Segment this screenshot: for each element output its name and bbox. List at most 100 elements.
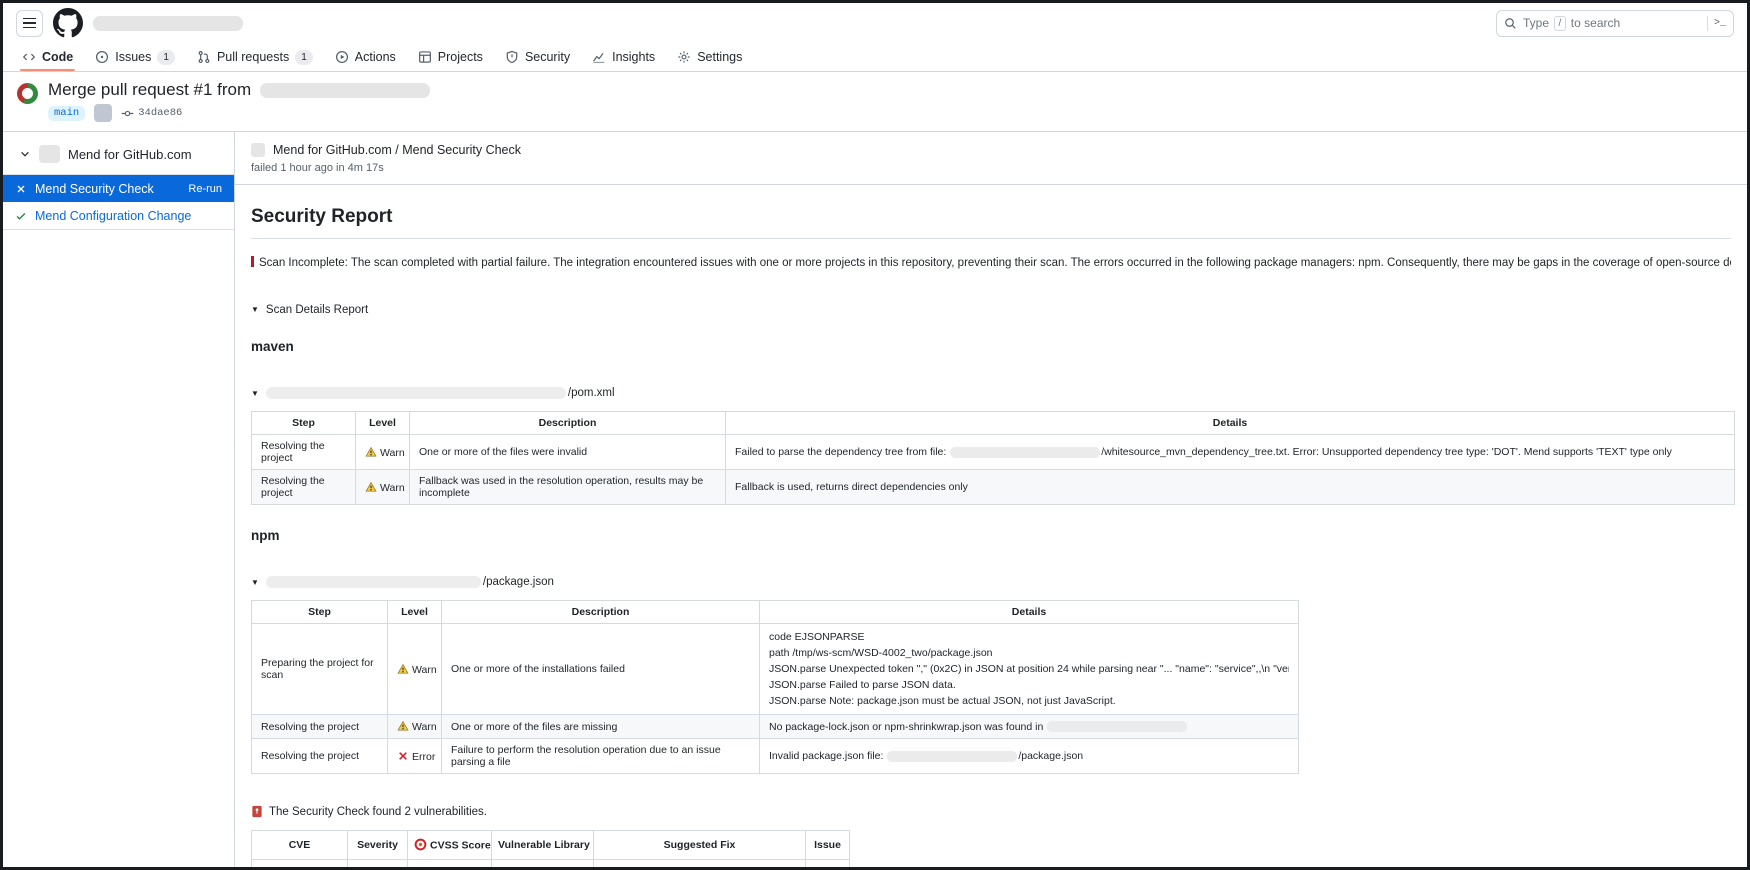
redacted-app-avatar <box>39 145 60 163</box>
table-row: Preparing the project for scan Warn One … <box>252 624 1299 715</box>
column-header: Level <box>356 412 410 435</box>
base-branch-label[interactable]: main <box>48 106 85 121</box>
column-header: Suggested Fix <box>594 831 806 860</box>
npm-scan-table: Step Level Description Details Preparing… <box>251 600 1299 774</box>
rerun-button[interactable]: Re-run <box>188 183 222 195</box>
tab-projects[interactable]: Projects <box>409 43 492 71</box>
pr-title: Merge pull request #1 from <box>48 80 251 100</box>
redacted-branch-name <box>260 83 430 98</box>
tab-settings[interactable]: Settings <box>668 43 751 71</box>
graph-icon <box>592 50 606 64</box>
scan-details-toggle[interactable]: ▼Scan Details Report <box>251 304 1731 316</box>
code-icon <box>22 50 36 64</box>
shield-icon <box>505 50 519 64</box>
sidebar-item-mend-security-check[interactable]: Mend Security Check Re-run <box>3 175 234 202</box>
tab-pull-requests[interactable]: Pull requests 1 <box>188 43 322 71</box>
checks-sidebar: Mend for GitHub.com Mend Security Check … <box>3 132 234 870</box>
redacted-run-avatar <box>251 143 265 157</box>
tab-issues[interactable]: Issues 1 <box>86 43 184 71</box>
issues-count-badge: 1 <box>157 50 175 65</box>
redacted-project-path <box>266 576 481 588</box>
collapse-triangle-icon: ▼ <box>251 305 259 314</box>
warning-bar-icon <box>251 256 254 267</box>
table-row: Resolving the project Warn One or more o… <box>252 715 1299 739</box>
table-row: Resolving the project Error Failure to p… <box>252 739 1299 774</box>
column-header: CVE <box>252 831 348 860</box>
column-header: Step <box>252 601 388 624</box>
breadcrumb: Mend for GitHub.com / Mend Security Chec… <box>273 143 521 157</box>
column-header: Details <box>760 601 1299 624</box>
vulnerabilities-summary: The Security Check found 2 vulnerabiliti… <box>251 805 1731 818</box>
search-input[interactable]: Type/to search >_ <box>1496 10 1734 37</box>
commit-sha-link[interactable]: 34dae86 <box>138 107 182 119</box>
slash-key-hint: / <box>1554 16 1566 31</box>
issue-opened-icon <box>95 50 109 64</box>
repo-nav: Code Issues 1 Pull requests 1 Actions Pr… <box>3 43 1747 72</box>
search-placeholder: Type/to search <box>1523 16 1701 31</box>
column-header: Severity <box>348 831 408 860</box>
column-header: Vulnerable Library <box>492 831 594 860</box>
divider <box>1707 16 1708 31</box>
git-pull-request-icon <box>197 50 211 64</box>
collapse-triangle-icon: ▼ <box>251 389 259 398</box>
column-header: Description <box>442 601 760 624</box>
redacted-path <box>887 751 1017 762</box>
redacted-path <box>1047 721 1187 732</box>
column-header: Details <box>726 412 1735 435</box>
checks-status-donut-icon <box>17 83 38 104</box>
play-icon <box>335 50 349 64</box>
chevron-down-icon <box>19 148 31 160</box>
collapse-triangle-icon: ▼ <box>251 578 259 587</box>
column-header: Description <box>410 412 726 435</box>
check-suite-group[interactable]: Mend for GitHub.com <box>3 132 234 174</box>
report-title: Security Report <box>251 206 1731 239</box>
redacted-project-path <box>266 387 566 399</box>
pr-header: Merge pull request #1 from main 34dae86 <box>3 72 1747 132</box>
pom-xml-toggle[interactable]: ▼ /pom.xml <box>251 387 1731 399</box>
column-header: Step <box>252 412 356 435</box>
check-run-label: Mend Security Check <box>35 182 154 196</box>
gear-icon <box>677 50 691 64</box>
maven-scan-table: Step Level Description Details Resolving… <box>251 411 1735 505</box>
tab-code[interactable]: Code <box>13 43 82 71</box>
x-icon <box>15 183 27 195</box>
hamburger-menu-button[interactable] <box>16 10 43 37</box>
github-logo-icon[interactable] <box>53 8 83 38</box>
column-header: CVSS Score <box>408 831 492 860</box>
search-icon <box>1504 17 1517 30</box>
warning-icon <box>397 720 409 732</box>
tab-insights[interactable]: Insights <box>583 43 664 71</box>
vulnerabilities-table: CVE Severity CVSS Score Vulnerable Libra… <box>251 830 850 870</box>
check-icon <box>15 210 27 222</box>
github-header: Type/to search >_ <box>3 3 1747 43</box>
npm-heading: npm <box>251 528 1731 543</box>
pull-requests-count-badge: 1 <box>295 50 313 65</box>
commit-icon <box>121 107 134 120</box>
table-icon <box>418 50 432 64</box>
browser-window: Type/to search >_ Code Issues 1 Pull req… <box>0 0 1750 870</box>
check-suite-label: Mend for GitHub.com <box>68 147 192 162</box>
check-status-line: failed 1 hour ago in 4m 17s <box>251 162 1731 174</box>
redacted-path <box>950 447 1100 458</box>
command-palette-icon[interactable]: >_ <box>1714 18 1726 29</box>
warning-icon <box>365 481 377 493</box>
sidebar-item-mend-configuration-change[interactable]: Mend Configuration Change <box>3 202 234 229</box>
maven-heading: maven <box>251 339 1731 354</box>
error-icon <box>397 750 409 762</box>
table-row: ▶CVE-2022-23221 Critical 9.2 h2-1.4.181.… <box>252 859 850 870</box>
tab-actions[interactable]: Actions <box>326 43 405 71</box>
check-run-pane: Mend for GitHub.com / Mend Security Chec… <box>234 132 1747 870</box>
table-row: Resolving the project Warn Fallback was … <box>252 470 1735 505</box>
security-report: Security Report Scan Incomplete: The sca… <box>235 185 1747 870</box>
table-row: Resolving the project Warn One or more o… <box>252 435 1735 470</box>
package-json-toggle[interactable]: ▼ /package.json <box>251 576 1731 588</box>
check-run-label: Mend Configuration Change <box>35 209 191 223</box>
avatar <box>94 104 112 122</box>
scan-incomplete-warning: Scan Incomplete: The scan completed with… <box>251 256 1731 269</box>
warning-icon <box>365 446 377 458</box>
redacted-repo-name <box>93 16 243 31</box>
tab-security[interactable]: Security <box>496 43 579 71</box>
security-report-icon <box>251 805 263 818</box>
cvss-icon <box>414 838 427 851</box>
warning-icon <box>397 663 409 675</box>
